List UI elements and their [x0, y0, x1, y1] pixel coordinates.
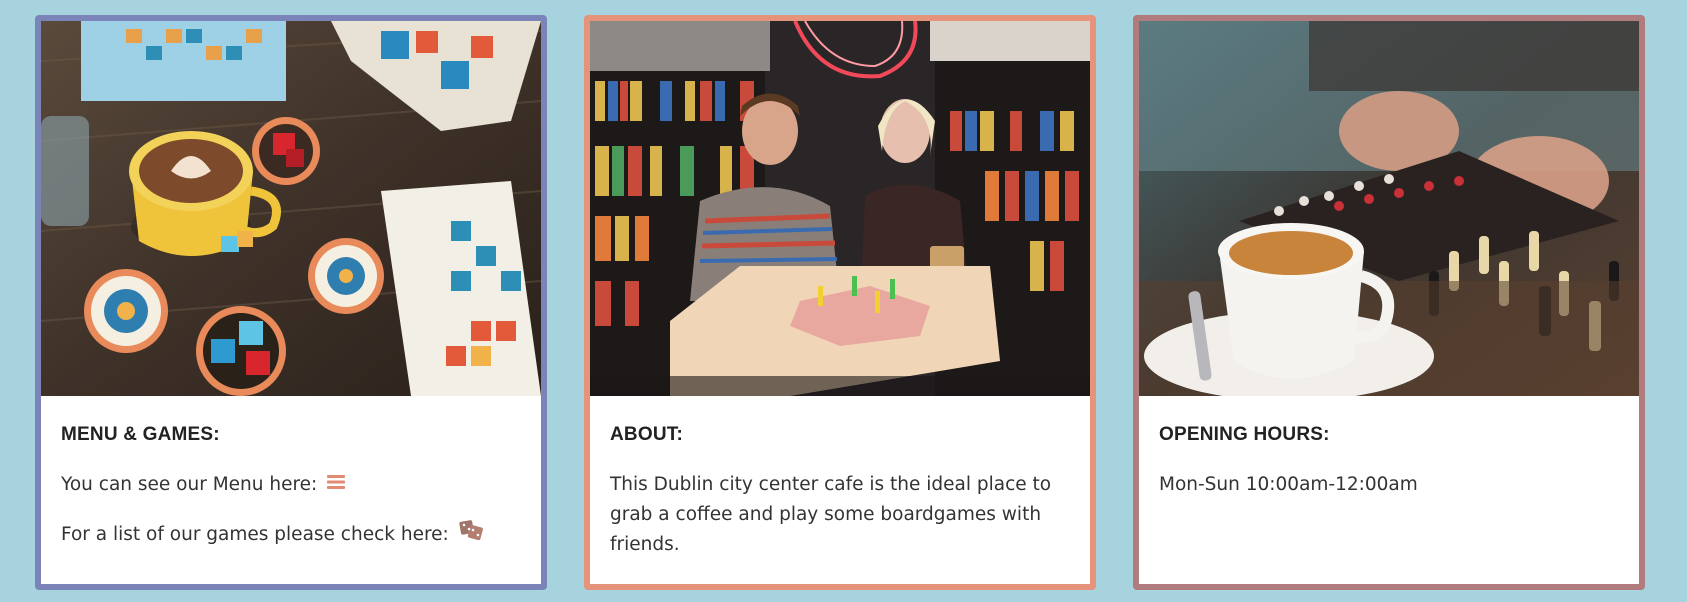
menu-line: You can see our Menu here:	[61, 470, 521, 500]
games-line: For a list of our games please check her…	[61, 520, 521, 550]
card-about: ABOUT: This Dublin city center cafe is t…	[584, 15, 1096, 590]
coffee-and-chess-photo	[1139, 21, 1639, 396]
board-games-and-latte-photo	[41, 21, 541, 396]
card-body: OPENING HOURS: Mon-Sun 10:00am-12:00am	[1139, 396, 1639, 500]
card-opening-hours: OPENING HOURS: Mon-Sun 10:00am-12:00am	[1133, 15, 1645, 590]
menu-bars-icon[interactable]	[327, 470, 346, 500]
cards-row: MENU & GAMES: You can see our Menu here:…	[35, 15, 1653, 590]
card-title: ABOUT:	[610, 424, 683, 445]
menu-line-text: You can see our Menu here:	[61, 474, 318, 495]
dice-icon[interactable]	[459, 520, 485, 550]
card-title: OPENING HOURS:	[1159, 424, 1330, 445]
games-line-text: For a list of our games please check her…	[61, 524, 449, 545]
about-text: This Dublin city center cafe is the idea…	[610, 474, 1052, 555]
card-body: ABOUT: This Dublin city center cafe is t…	[590, 396, 1090, 560]
card-body: MENU & GAMES: You can see our Menu here:…	[41, 396, 541, 550]
opening-hours-text: Mon-Sun 10:00am-12:00am	[1159, 474, 1418, 495]
card-title: MENU & GAMES:	[61, 424, 220, 445]
card-menu-games: MENU & GAMES: You can see our Menu here:…	[35, 15, 547, 590]
couple-playing-board-game-photo	[590, 21, 1090, 396]
